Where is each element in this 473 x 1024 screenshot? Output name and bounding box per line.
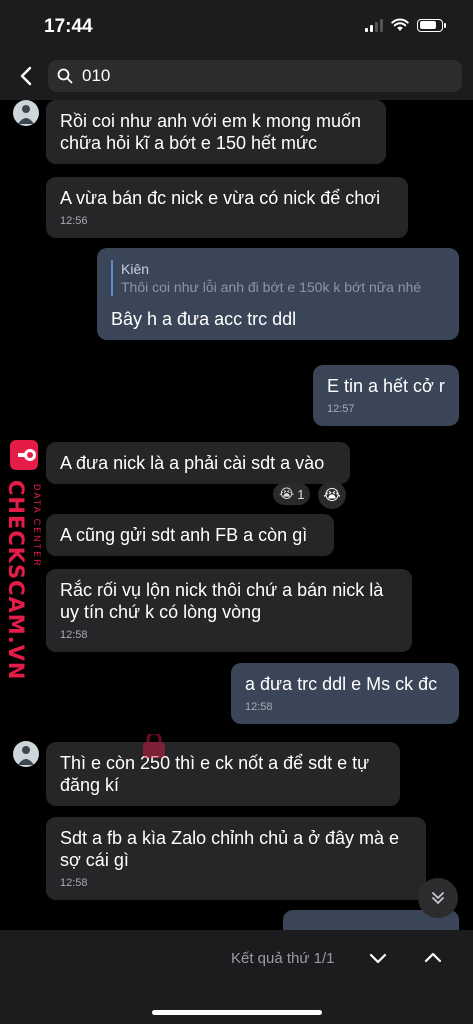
search-input[interactable] — [82, 66, 442, 86]
reply-quote[interactable]: Kiên Thôi coi như lỗi anh đi bớt e 150k … — [111, 260, 445, 296]
reaction-count-label: 1 — [297, 486, 305, 502]
message-text: A vừa bán đc nick e vừa có nick để chơi — [60, 188, 381, 208]
watermark: DATA CENTER CHECKSCAM.VN — [4, 436, 60, 681]
chevron-down-icon[interactable] — [366, 946, 390, 970]
chevron-up-icon[interactable] — [421, 946, 445, 970]
message-incoming[interactable]: A đưa nick là a phải cài sdt a vào — [46, 442, 350, 484]
watermark-faint — [140, 731, 170, 765]
quote-author: Kiên — [121, 261, 150, 277]
crying-emoji-icon: 😭 — [279, 486, 295, 501]
add-reaction-button[interactable]: 😭 — [318, 481, 346, 509]
watermark-brand: CHECKSCAM.VN — [4, 480, 28, 681]
battery-icon — [417, 18, 446, 32]
chat-messages[interactable]: Rồi coi như anh với em k mong muốn chữa … — [0, 100, 473, 930]
status-time: 17:44 — [44, 16, 93, 37]
crying-emoji-icon: 😭 — [323, 487, 341, 504]
message-text: a đưa trc ddl e Ms ck đc — [245, 674, 438, 694]
message-text: E tin a hết cở r — [327, 376, 445, 396]
search-result-count: Kết quả thứ 1/1 — [231, 950, 335, 967]
cellular-signal-icon — [365, 18, 383, 32]
message-incoming[interactable]: Rồi coi như anh với em k mong muốn chữa … — [46, 100, 386, 164]
message-text: A cũng gửi sdt anh FB a còn gì — [60, 525, 308, 545]
lock-logo-icon — [143, 731, 165, 758]
message-incoming[interactable]: A cũng gửi sdt anh FB a còn gì — [46, 514, 334, 556]
home-indicator[interactable] — [152, 1010, 322, 1015]
message-incoming[interactable]: Sdt a fb a kìa Zalo chỉnh chủ a ở đây mà… — [46, 817, 426, 900]
quote-text: Thôi coi như lỗi anh đi bớt e 150k k bớt… — [121, 279, 422, 295]
message-text: Rồi coi như anh với em k mong muốn chữa … — [60, 111, 361, 153]
wifi-icon — [391, 18, 409, 31]
avatar[interactable] — [13, 100, 39, 126]
scroll-down-button[interactable] — [418, 878, 458, 918]
search-results-bar: Kết quả thứ 1/1 — [0, 930, 473, 1024]
reaction-count[interactable]: 😭 1 — [273, 483, 311, 505]
message-text: Rắc rối vụ lộn nick thôi chứ a bán nick … — [60, 580, 384, 622]
message-incoming[interactable]: Thì e còn 250 thì e ck nốt a để sdt e tự… — [46, 742, 400, 806]
message-time: 12:58 — [60, 629, 88, 641]
message-outgoing[interactable]: a đưa trc ddl e Ms ck đc 12:58 — [231, 663, 459, 724]
search-field[interactable] — [48, 60, 462, 92]
message-text: A đưa nick là a phải cài sdt a vào — [60, 453, 325, 473]
message-time: 12:56 — [60, 215, 88, 227]
message-text: Thì e còn 250 thì e ck nốt a để sdt e tự… — [60, 753, 370, 795]
message-text: Sdt a fb a kìa Zalo chỉnh chủ a ở đây mà… — [60, 828, 399, 870]
message-time: 12:58 — [60, 877, 88, 889]
status-bar: 17:44 — [0, 0, 473, 52]
watermark-sub: DATA CENTER — [32, 484, 42, 568]
chevron-left-icon — [20, 66, 32, 86]
message-text: Bây h a đưa acc trc ddl — [111, 309, 297, 329]
status-icons — [365, 18, 446, 32]
message-incoming[interactable]: Rắc rối vụ lộn nick thôi chứ a bán nick … — [46, 569, 412, 652]
search-icon — [57, 68, 73, 84]
message-outgoing-reply[interactable]: Kiên Thôi coi như lỗi anh đi bớt e 150k … — [97, 248, 459, 340]
message-incoming[interactable]: A vừa bán đc nick e vừa có nick để chơi … — [46, 177, 408, 238]
back-button[interactable] — [14, 62, 38, 90]
message-time: 12:57 — [327, 403, 355, 415]
double-chevron-down-icon — [432, 892, 444, 904]
message-outgoing[interactable]: E tin a hết cở r 12:57 — [313, 365, 459, 426]
avatar[interactable] — [13, 741, 39, 767]
lock-logo-icon — [10, 440, 38, 470]
message-time: 12:58 — [245, 701, 273, 713]
search-header — [0, 52, 473, 100]
